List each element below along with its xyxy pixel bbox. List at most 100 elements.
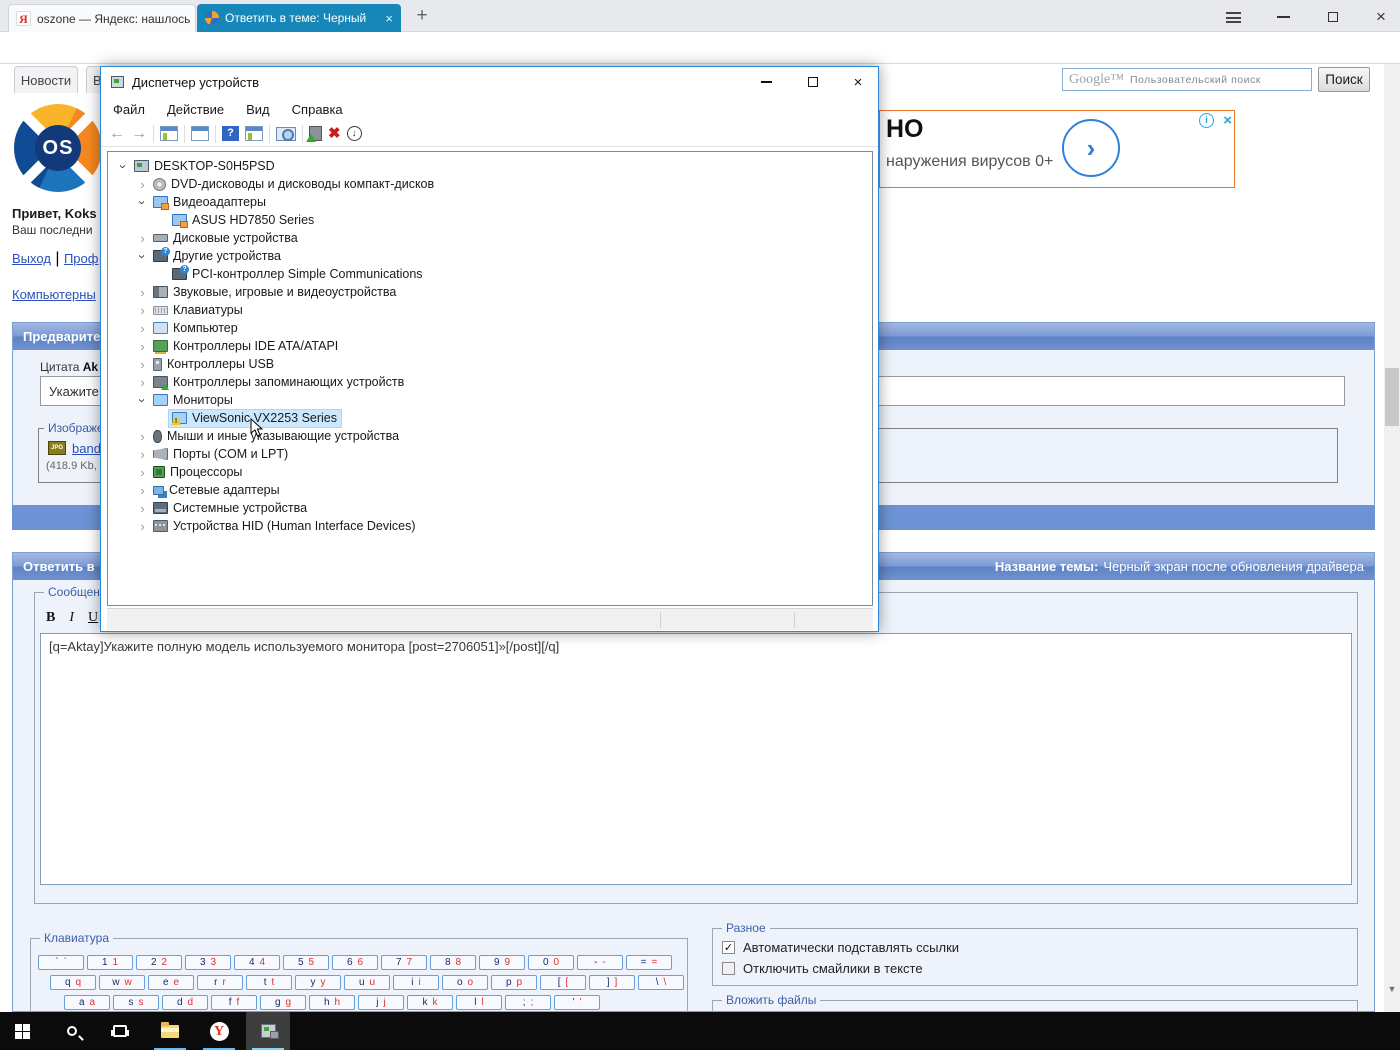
window-maximize-button[interactable] <box>793 67 833 97</box>
virtual-key[interactable]: [[ <box>540 975 586 990</box>
virtual-key[interactable]: 88 <box>430 955 476 970</box>
list-view-icon[interactable] <box>245 126 263 141</box>
yandex-browser-button[interactable]: Y <box>197 1012 241 1050</box>
virtual-key[interactable]: kk <box>407 995 453 1010</box>
checkbox-unchecked[interactable] <box>722 962 735 975</box>
tree-item[interactable]: ASUS HD7850 Series <box>108 211 872 229</box>
tree-item[interactable]: › Контроллеры запоминающих устройств <box>108 373 872 391</box>
menu-file[interactable]: Файл <box>113 102 145 117</box>
chevron-collapsed-icon[interactable]: › <box>135 285 150 300</box>
message-textarea[interactable]: [q=Aktay]Укажите полную модель используе… <box>40 633 1352 885</box>
chevron-expanded-icon[interactable]: › <box>135 393 150 408</box>
virtual-key[interactable]: 11 <box>87 955 133 970</box>
virtual-key[interactable]: ` ` <box>38 955 84 970</box>
virtual-key[interactable]: 77 <box>381 955 427 970</box>
virtual-key[interactable]: \ \ <box>638 975 684 990</box>
chevron-collapsed-icon[interactable]: › <box>135 339 150 354</box>
virtual-key[interactable]: dd <box>162 995 208 1010</box>
virtual-key[interactable]: jj <box>358 995 404 1010</box>
chevron-collapsed-icon[interactable]: › <box>135 375 150 390</box>
tree-item[interactable]: › Другие устройства <box>108 247 872 265</box>
taskbar-search-button[interactable] <box>50 1012 94 1050</box>
disable-device-icon[interactable]: ↓ <box>346 126 362 141</box>
file-explorer-button[interactable] <box>148 1012 192 1050</box>
oszone-logo[interactable]: OS <box>14 104 102 192</box>
chevron-collapsed-icon[interactable]: › <box>135 177 150 192</box>
tree-item[interactable]: › Звуковые, игровые и видеоустройства <box>108 283 872 301</box>
tab-close-icon[interactable]: × <box>385 11 393 26</box>
tree-item[interactable]: › Сетевые адаптеры <box>108 481 872 499</box>
chevron-expanded-icon[interactable]: › <box>116 159 131 174</box>
checkbox-checked[interactable]: ✓ <box>722 941 735 954</box>
virtual-key[interactable]: aa <box>64 995 110 1010</box>
tree-item[interactable]: › Контроллеры IDE ATA/ATAPI <box>108 337 872 355</box>
profile-link[interactable]: Проф <box>64 251 99 266</box>
task-view-button[interactable] <box>98 1012 142 1050</box>
tab-oszone-yandex[interactable]: Я oszone — Яндекс: нашлось <box>8 4 196 32</box>
virtual-key[interactable]: ii <box>393 975 439 990</box>
virtual-key[interactable]: ww <box>99 975 145 990</box>
virtual-key[interactable]: yy <box>295 975 341 990</box>
tree-item[interactable]: › Дисковые устройства <box>108 229 872 247</box>
page-scrollbar[interactable] <box>1384 64 1400 1012</box>
virtual-key[interactable]: rr <box>197 975 243 990</box>
tree-item[interactable]: › Системные устройства <box>108 499 872 517</box>
console-tree-icon[interactable] <box>160 126 178 141</box>
chevron-expanded-icon[interactable]: › <box>135 195 150 210</box>
tree-item[interactable]: › Клавиатуры <box>108 301 872 319</box>
device-manager-taskbar-button[interactable] <box>246 1012 290 1050</box>
virtual-key[interactable]: ll <box>456 995 502 1010</box>
forum-home-link[interactable]: Компьютерны <box>12 287 96 302</box>
chevron-collapsed-icon[interactable]: › <box>135 483 150 498</box>
browser-menu-icon[interactable] <box>1218 8 1248 26</box>
virtual-key[interactable]: gg <box>260 995 306 1010</box>
tree-item[interactable]: › Устройства HID (Human Interface Devices… <box>108 517 872 535</box>
forward-icon[interactable]: → <box>131 125 147 142</box>
italic-button[interactable]: I <box>69 610 74 626</box>
virtual-key[interactable]: 33 <box>185 955 231 970</box>
scrollbar-thumb[interactable] <box>1385 368 1399 426</box>
virtual-key[interactable]: qq <box>50 975 96 990</box>
virtual-key[interactable]: 22 <box>136 955 182 970</box>
chevron-collapsed-icon[interactable]: › <box>135 465 150 480</box>
uninstall-device-icon[interactable]: ✖ <box>328 126 341 141</box>
tree-item[interactable]: PCI-контроллер Simple Communications <box>108 265 872 283</box>
tree-item[interactable]: › Контроллеры USB <box>108 355 872 373</box>
virtual-key[interactable]: ' ' <box>554 995 600 1010</box>
virtual-key[interactable]: uu <box>344 975 390 990</box>
forum-nav-tab-news[interactable]: Новости <box>14 66 78 93</box>
back-icon[interactable]: ← <box>109 125 125 142</box>
help-icon[interactable]: ? <box>222 126 239 141</box>
virtual-key[interactable]: 66 <box>332 955 378 970</box>
underline-button[interactable]: U <box>88 610 98 626</box>
chevron-collapsed-icon[interactable]: › <box>135 303 150 318</box>
virtual-key[interactable]: ee <box>148 975 194 990</box>
menu-help[interactable]: Справка <box>292 102 343 117</box>
tree-item[interactable]: › Компьютер <box>108 319 872 337</box>
bold-button[interactable]: B <box>46 610 55 626</box>
search-button[interactable]: Поиск <box>1318 67 1370 92</box>
update-driver-icon[interactable] <box>306 126 322 142</box>
tree-item[interactable]: › Видеоадаптеры <box>108 193 872 211</box>
virtual-key[interactable]: 44 <box>234 955 280 970</box>
virtual-key[interactable]: 55 <box>283 955 329 970</box>
browser-restore-button[interactable] <box>1318 8 1348 26</box>
ad-arrow-button[interactable]: › <box>1062 119 1120 177</box>
ad-banner[interactable]: НО наружения вирусов 0+ › i × <box>879 110 1235 188</box>
tree-item[interactable]: › Мыши и иные указывающие устройства <box>108 427 872 445</box>
chevron-expanded-icon[interactable]: › <box>135 249 150 264</box>
chevron-collapsed-icon[interactable]: › <box>135 429 150 444</box>
scan-hardware-changes-icon[interactable] <box>276 126 296 141</box>
virtual-key[interactable]: tt <box>246 975 292 990</box>
virtual-key[interactable]: ff <box>211 995 257 1010</box>
window-minimize-button[interactable] <box>746 67 786 97</box>
virtual-key[interactable]: = = <box>626 955 672 970</box>
tree-item[interactable]: › Процессоры <box>108 463 872 481</box>
virtual-key[interactable]: 99 <box>479 955 525 970</box>
logout-link[interactable]: Выход <box>12 251 51 266</box>
browser-close-button[interactable]: × <box>1366 7 1396 26</box>
menu-view[interactable]: Вид <box>246 102 270 117</box>
virtual-key[interactable]: hh <box>309 995 355 1010</box>
new-tab-button[interactable]: + <box>412 6 432 27</box>
virtual-key[interactable]: ]] <box>589 975 635 990</box>
